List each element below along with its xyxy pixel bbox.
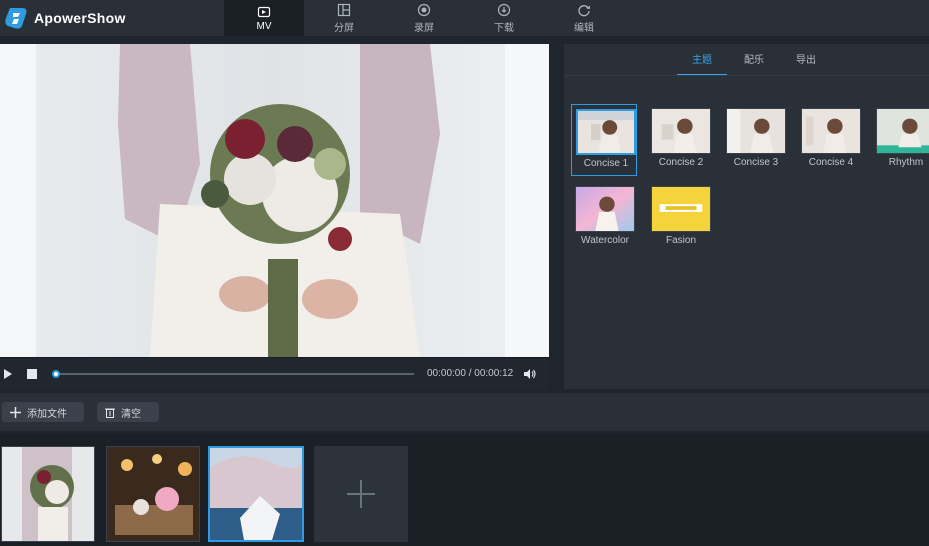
tab-edit[interactable]: 编辑 [544, 0, 624, 36]
volume-button[interactable] [523, 367, 537, 385]
theme-label: Fasion [665, 235, 696, 246]
progress-handle[interactable] [52, 370, 60, 378]
brand: ApowerShow [0, 0, 224, 36]
add-file-label: 添加文件 [27, 408, 67, 420]
theme-label: Concise 1 [583, 158, 629, 169]
file-toolbar: 添加文件 清空 [0, 393, 929, 431]
tab-download[interactable]: 下载 [464, 0, 544, 36]
theme-label: Rhythm [888, 157, 924, 168]
clip-thumbnail [107, 447, 199, 541]
theme-thumbnail [575, 186, 635, 232]
mv-icon [257, 6, 271, 17]
tab-mv-label: MV [256, 20, 272, 32]
clip-strip [0, 434, 929, 546]
theme-label: Concise 4 [808, 157, 854, 168]
plus-icon [347, 480, 375, 508]
panel-tabs-divider [564, 75, 929, 76]
theme-concise-3[interactable]: Concise 3 [722, 104, 788, 176]
clear-button[interactable]: 清空 [97, 402, 159, 422]
tab-split-screen[interactable]: 分屏 [304, 0, 384, 36]
tab-theme[interactable]: 主题 [677, 52, 727, 76]
stop-icon [27, 369, 37, 379]
clip-thumbnail [2, 447, 94, 541]
progress-bar[interactable] [52, 370, 414, 378]
clear-label: 清空 [121, 408, 141, 420]
theme-concise-1[interactable]: Concise 1 [571, 104, 637, 176]
add-file-button[interactable]: 添加文件 [2, 402, 84, 422]
volume-icon [524, 369, 536, 379]
clip-item[interactable] [208, 446, 304, 542]
theme-thumbnail [876, 108, 929, 154]
apowershow-logo-icon [5, 8, 27, 29]
main-nav: MV 分屏 录屏 下载 编辑 [224, 0, 624, 36]
tab-split-screen-label: 分屏 [334, 22, 354, 34]
player-controls: 00:00:00 / 00:00:12 [0, 358, 549, 389]
theme-thumbnail [726, 108, 786, 154]
theme-rhythm[interactable]: Rhythm [872, 104, 929, 176]
time-current: 00:00:00 [427, 368, 466, 379]
clip-item[interactable] [1, 446, 95, 542]
tab-edit-label: 编辑 [574, 22, 594, 34]
clip-item[interactable] [106, 446, 200, 542]
time-display: 00:00:00 / 00:00:12 [427, 368, 513, 379]
video-preview[interactable] [0, 44, 549, 357]
video-player: 00:00:00 / 00:00:12 [0, 44, 549, 389]
tab-export[interactable]: 导出 [781, 52, 831, 76]
theme-thumbnail [801, 108, 861, 154]
top-bar: ApowerShow MV 分屏 录屏 下载 编辑 [0, 0, 929, 36]
theme-watercolor[interactable]: Watercolor [571, 182, 637, 254]
edit-refresh-icon [578, 4, 591, 16]
theme-thumbnail [651, 186, 711, 232]
theme-concise-4[interactable]: Concise 4 [797, 104, 863, 176]
clip-thumbnail [210, 448, 302, 540]
plus-icon [10, 406, 21, 418]
tab-record-label: 录屏 [414, 22, 434, 34]
theme-concise-2[interactable]: Concise 2 [647, 104, 713, 176]
theme-fasion[interactable]: Fasion [647, 182, 713, 254]
trash-icon [105, 408, 115, 418]
app-window: ApowerShow MV 分屏 录屏 下载 编辑 00:00:00 / 00:… [0, 0, 929, 546]
record-icon [417, 3, 431, 16]
theme-thumbnail [651, 108, 711, 154]
split-screen-icon [337, 3, 351, 16]
theme-label: Concise 2 [658, 157, 704, 168]
theme-panel: 主题 配乐 导出 Concise 1 Concise 2 Concise 3 C… [564, 44, 929, 389]
tab-download-label: 下载 [494, 22, 514, 34]
stop-button[interactable] [24, 366, 40, 382]
theme-thumbnail [576, 109, 636, 155]
app-name: ApowerShow [34, 10, 126, 26]
play-button[interactable] [0, 366, 16, 382]
time-total: 00:00:12 [474, 368, 514, 379]
tab-record[interactable]: 录屏 [384, 0, 464, 36]
theme-label: Concise 3 [733, 157, 779, 168]
add-clip-button[interactable] [314, 446, 408, 542]
theme-label: Watercolor [581, 235, 629, 246]
play-icon [4, 369, 12, 379]
download-icon [497, 3, 511, 16]
tab-mv[interactable]: MV [224, 0, 304, 36]
tab-music[interactable]: 配乐 [729, 52, 779, 76]
panel-tabs: 主题 配乐 导出 [677, 52, 833, 76]
